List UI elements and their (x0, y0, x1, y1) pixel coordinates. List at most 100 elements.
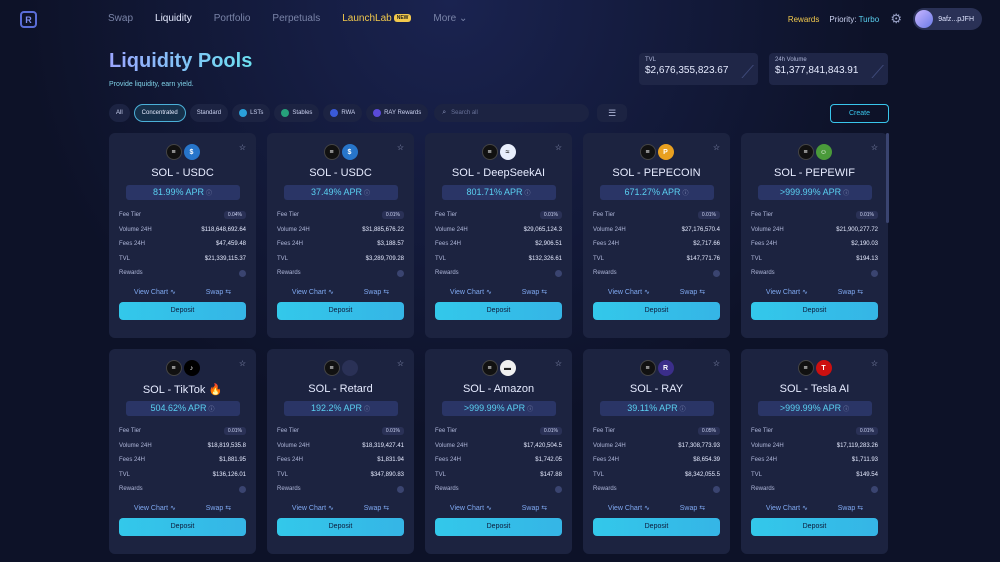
swap-link[interactable]: Swap ⇆ (680, 504, 705, 512)
view-chart-link[interactable]: View Chart ∿ (134, 288, 176, 296)
chart-icon: ∿ (485, 288, 492, 296)
volume-row: Volume 24H $17,119,283.26 (751, 439, 878, 454)
apr-badge[interactable]: 192.2% APR ⓘ (283, 401, 398, 416)
view-chart-link[interactable]: View Chart ∿ (608, 504, 650, 512)
nav-portfolio[interactable]: Portfolio (214, 13, 251, 24)
nav-more[interactable]: More ⌄ (433, 13, 467, 24)
scrollbar[interactable] (886, 133, 889, 223)
swap-link[interactable]: Swap ⇆ (364, 504, 389, 512)
view-chart-label: View Chart (765, 288, 801, 296)
view-chart-link[interactable]: View Chart ∿ (134, 504, 176, 512)
search-input[interactable]: ⌕ Search all (434, 104, 590, 122)
star-icon[interactable]: ☆ (871, 143, 878, 152)
filter-all[interactable]: All (109, 104, 130, 122)
quote-token-icon: $ (183, 144, 200, 160)
nav-launchlab[interactable]: LaunchLab NEW (342, 13, 412, 24)
swap-link[interactable]: Swap ⇆ (838, 504, 863, 512)
create-button[interactable]: Create (830, 104, 889, 123)
view-chart-link[interactable]: View Chart ∿ (450, 288, 492, 296)
deposit-button[interactable]: Deposit (119, 517, 246, 536)
view-chart-link[interactable]: View Chart ∿ (292, 288, 334, 296)
fee-tier-value: 0.01% (855, 427, 878, 436)
apr-badge[interactable]: 37.49% APR ⓘ (283, 185, 398, 200)
info-icon[interactable]: ⓘ (527, 407, 533, 413)
filter-rwa[interactable]: RWA (323, 104, 363, 122)
fees-label: Fees 24H (593, 241, 620, 248)
star-icon[interactable]: ☆ (397, 143, 404, 152)
gear-icon[interactable]: ⚙ (889, 12, 903, 26)
apr-badge[interactable]: 801.71% APR ⓘ (441, 185, 556, 200)
filter-standard[interactable]: Standard (189, 104, 229, 122)
info-icon[interactable]: ⓘ (364, 407, 370, 413)
wallet-button[interactable]: 9afz...pJFH (913, 8, 982, 30)
info-icon[interactable]: ⓘ (843, 407, 849, 413)
info-icon[interactable]: ⓘ (364, 191, 370, 197)
apr-badge[interactable]: >999.99% APR ⓘ (441, 401, 556, 416)
swap-link[interactable]: Swap ⇆ (522, 504, 547, 512)
deposit-button[interactable]: Deposit (435, 301, 562, 320)
raydium-logo[interactable]: R (20, 11, 37, 28)
swap-link[interactable]: Swap ⇆ (206, 504, 231, 512)
chart-icon: ∿ (485, 504, 492, 512)
view-chart-link[interactable]: View Chart ∿ (766, 504, 808, 512)
info-icon[interactable]: ⓘ (680, 407, 686, 413)
view-chart-link[interactable]: View Chart ∿ (766, 288, 808, 296)
star-icon[interactable]: ☆ (871, 359, 878, 368)
token-pair-icons: ≡ T (751, 360, 878, 376)
swap-link[interactable]: Swap ⇆ (522, 288, 547, 296)
nav-liquidity[interactable]: Liquidity (155, 13, 192, 24)
pool-card: ☆ ≡ P SOL - PEPECOIN 671.27% APR ⓘ Fee Ti… (583, 133, 730, 338)
apr-badge[interactable]: 39.11% APR ⓘ (599, 401, 714, 416)
filter-ray-rewards[interactable]: RAY Rewards (366, 104, 429, 122)
view-chart-link[interactable]: View Chart ∿ (292, 504, 334, 512)
apr-badge[interactable]: 671.27% APR ⓘ (599, 185, 714, 200)
filter-stables[interactable]: Stables (274, 104, 320, 122)
volume-row: Volume 24H $118,648,692.64 (119, 223, 246, 238)
deposit-button[interactable]: Deposit (751, 301, 878, 320)
apr-badge[interactable]: >999.99% APR ⓘ (757, 185, 872, 200)
fees-row: Fees 24H $1,711.93 (751, 453, 878, 468)
info-icon[interactable]: ⓘ (843, 191, 849, 197)
info-icon[interactable]: ⓘ (206, 191, 212, 197)
apr-badge[interactable]: 504.62% APR ⓘ (125, 401, 240, 416)
deposit-button[interactable]: Deposit (751, 517, 878, 536)
info-icon[interactable]: ⓘ (525, 191, 531, 197)
swap-link[interactable]: Swap ⇆ (838, 288, 863, 296)
filter-lsts[interactable]: LSTs (232, 104, 271, 122)
priority-fee-button[interactable]: Priority: Turbo (829, 15, 879, 24)
deposit-button[interactable]: Deposit (119, 301, 246, 320)
apr-badge[interactable]: >999.99% APR ⓘ (757, 401, 872, 416)
swap-link[interactable]: Swap ⇆ (364, 288, 389, 296)
star-icon[interactable]: ☆ (397, 359, 404, 368)
info-icon[interactable]: ⓘ (683, 191, 689, 197)
deposit-button[interactable]: Deposit (593, 517, 720, 536)
deposit-button[interactable]: Deposit (435, 517, 562, 536)
star-icon[interactable]: ☆ (239, 143, 246, 152)
star-icon[interactable]: ☆ (555, 143, 562, 152)
star-icon[interactable]: ☆ (239, 359, 246, 368)
deposit-button[interactable]: Deposit (277, 301, 404, 320)
filter-concentrated[interactable]: Concentrated (133, 104, 186, 122)
rewards-link[interactable]: Rewards (788, 15, 820, 24)
fees-row: Fees 24H $1,881.95 (119, 453, 246, 468)
view-chart-link[interactable]: View Chart ∿ (608, 288, 650, 296)
star-icon[interactable]: ☆ (555, 359, 562, 368)
filter-settings-button[interactable]: ☰ (597, 104, 628, 122)
fee-tier-label: Fee Tier (435, 212, 458, 219)
deposit-button[interactable]: Deposit (277, 517, 404, 536)
deposit-button[interactable]: Deposit (593, 301, 720, 320)
fee-tier-label: Fee Tier (119, 428, 142, 435)
star-icon[interactable]: ☆ (713, 143, 720, 152)
swap-link[interactable]: Swap ⇆ (680, 288, 705, 296)
pool-card: ☆ ≡ $ SOL - USDC 81.99% APR ⓘ Fee Tier 0.0… (109, 133, 256, 338)
swap-link[interactable]: Swap ⇆ (206, 288, 231, 296)
info-icon[interactable]: ⓘ (209, 407, 215, 413)
nav-swap[interactable]: Swap (108, 13, 133, 24)
star-icon[interactable]: ☆ (713, 359, 720, 368)
filter-ray-rewards-label: RAY Rewards (384, 110, 422, 116)
nav-perpetuals[interactable]: Perpetuals (272, 13, 320, 24)
view-chart-link[interactable]: View Chart ∿ (450, 504, 492, 512)
pair-label: SOL - Amazon (462, 383, 535, 395)
apr-badge[interactable]: 81.99% APR ⓘ (125, 185, 240, 200)
reward-token-icon (555, 485, 562, 493)
